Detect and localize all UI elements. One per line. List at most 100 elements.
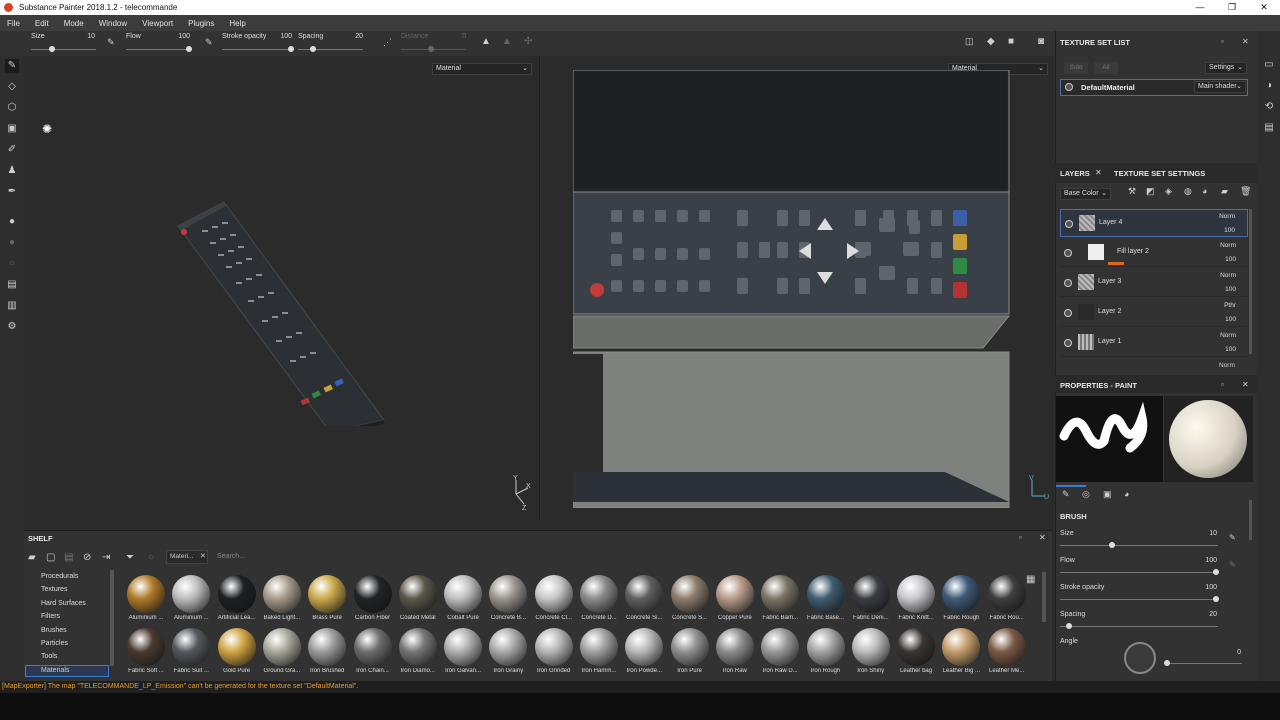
brush-flow-pressure-icon[interactable]: ✎ — [1229, 560, 1236, 569]
material-thumbnail[interactable]: Concrete B... — [486, 575, 530, 621]
uv-texture-map[interactable] — [573, 70, 1010, 508]
category-brushes[interactable]: Brushes — [41, 627, 67, 634]
layer-opacity[interactable]: 100 — [1224, 227, 1235, 234]
menu-help[interactable]: Help — [222, 19, 253, 28]
brush-opacity-slider[interactable] — [1060, 596, 1219, 602]
material-thumbnail[interactable]: Ground Gra... — [260, 628, 304, 674]
material-tab-icon[interactable]: ◕ — [1124, 489, 1129, 499]
layer-visibility-icon[interactable] — [1065, 220, 1073, 228]
layer-channel-dropdown[interactable]: Base Color ⌄ — [1060, 188, 1111, 200]
settings-dropdown[interactable]: Settings ⌄ — [1205, 62, 1247, 74]
add-effect-icon[interactable]: ⚒ — [1128, 186, 1136, 197]
light-icon[interactable]: ✺ — [42, 122, 52, 136]
new-folder-icon[interactable]: ▢ — [46, 552, 55, 563]
category-filters[interactable]: Filters — [41, 613, 60, 620]
material-thumbnail[interactable]: Iron Grainy — [486, 628, 530, 674]
layer-opacity[interactable]: 100 — [1225, 316, 1236, 323]
material-thumbnail[interactable]: Concrete Cl... — [532, 575, 576, 621]
pen-pressure-icon[interactable]: ✎ — [107, 37, 115, 48]
texture-set-icon[interactable]: ▭ — [1262, 58, 1276, 72]
material-thumbnail[interactable]: Fabric Rou... — [985, 575, 1029, 621]
material-thumbnail[interactable]: Iron Diamo... — [396, 628, 440, 674]
python-icon[interactable]: ▤ — [5, 278, 19, 292]
close-panel-icon[interactable]: ✕ — [1242, 37, 1249, 46]
material-thumbnail[interactable]: Iron Powde... — [622, 628, 666, 674]
category-textures[interactable]: Textures — [41, 586, 67, 593]
material-thumbnail[interactable]: Fabric Base... — [804, 575, 848, 621]
menu-viewport[interactable]: Viewport — [135, 19, 181, 28]
material-thumbnail[interactable]: Coated Metal — [396, 575, 440, 621]
brush-tab-icon[interactable]: ✎ — [1062, 489, 1070, 500]
close-shelf-icon[interactable]: ✕ — [1039, 533, 1046, 542]
layer-opacity[interactable]: 100 — [1225, 256, 1236, 263]
layer-blend-mode[interactable]: Norm — [1220, 332, 1236, 339]
float-properties-icon[interactable]: ▫ — [1221, 380, 1224, 389]
tab-layers[interactable]: LAYERS — [1060, 169, 1090, 178]
spacing-slider[interactable] — [298, 46, 363, 52]
bake-icon[interactable]: ● — [5, 215, 19, 229]
angle-dial[interactable] — [1124, 642, 1156, 674]
distance-value[interactable]: 0 — [446, 33, 466, 40]
layer-blend-mode[interactable]: Norm — [1219, 213, 1235, 220]
paint-brush-icon[interactable]: ✎ — [5, 59, 19, 73]
smudge-icon[interactable]: ✐ — [5, 143, 19, 157]
material-thumbnail[interactable]: Brass Pure — [305, 575, 349, 621]
brush-spacing-value[interactable]: 20 — [1197, 611, 1217, 618]
stroke-opacity-value[interactable]: 100 — [272, 33, 292, 40]
layer-blend-mode[interactable]: Norm — [1220, 272, 1236, 279]
material-thumbnail[interactable]: Leather Big ... — [939, 628, 983, 674]
eraser-icon[interactable]: ◇ — [5, 80, 19, 94]
filter-tag[interactable]: Materi... ✕ — [166, 550, 208, 564]
material-thumbnail[interactable]: Gold Pure — [215, 628, 259, 674]
material-thumbnail[interactable]: Iron Shiny — [849, 628, 893, 674]
brush-angle-slider[interactable] — [1164, 660, 1242, 666]
brush-flow-value[interactable]: 100 — [1197, 557, 1217, 564]
layer-opacity[interactable]: 100 — [1225, 286, 1236, 293]
alpha-tab-icon[interactable]: ◎ — [1082, 489, 1090, 500]
close-properties-icon[interactable]: ✕ — [1242, 380, 1249, 389]
settings-icon[interactable]: ⚙ — [5, 320, 19, 334]
category-particles[interactable]: Particles — [41, 640, 68, 647]
viewport-2d[interactable]: Material ⌄ V U — [539, 56, 1052, 520]
menu-file[interactable]: File — [0, 19, 28, 28]
material-thumbnail[interactable]: Fabric Suit ... — [169, 628, 213, 674]
material-thumbnail[interactable]: Iron Galvan... — [441, 628, 485, 674]
view-mode-icon[interactable]: ◫ — [965, 36, 974, 47]
size-slider[interactable] — [31, 46, 96, 52]
add-paint-layer-icon[interactable]: ◍ — [1184, 186, 1192, 197]
log-panel-icon[interactable]: ▤ — [1262, 121, 1276, 135]
float-shelf-icon[interactable]: ▫ — [1019, 533, 1022, 542]
layer-row[interactable]: Layer 2 Pthr 100 — [1060, 299, 1248, 327]
folder-icon[interactable]: ▰ — [28, 552, 36, 563]
solo-button[interactable]: Solo — [1064, 62, 1088, 74]
add-layer-icon[interactable]: ◕ — [1202, 186, 1207, 196]
float-panel-icon[interactable]: ▫ — [1221, 37, 1224, 46]
stencil-tab-icon[interactable]: ▣ — [1103, 489, 1112, 500]
menu-window[interactable]: Window — [92, 19, 135, 28]
material-thumbnail[interactable]: Concrete S... — [668, 575, 712, 621]
display-settings-icon[interactable]: ◑ — [1262, 79, 1276, 93]
cube-view-icon[interactable]: ◆ — [987, 36, 995, 47]
layer-row[interactable]: Fill layer 2 Norm 100 — [1060, 239, 1248, 267]
layer-blend-mode[interactable]: Pthr — [1224, 302, 1236, 309]
color-picker-icon[interactable]: ✒ — [5, 185, 19, 199]
material-thumbnail[interactable]: Aluminium ... — [169, 575, 213, 621]
maximize-button[interactable]: ❐ — [1216, 0, 1248, 15]
symmetry-icon[interactable]: ▲ — [481, 36, 491, 47]
material-thumbnail[interactable]: Iron Brushed — [305, 628, 349, 674]
hide-icon[interactable]: ⊘ — [83, 552, 91, 563]
material-thumbnail[interactable]: Fabric Bam... — [758, 575, 802, 621]
material-thumbnail[interactable]: Fabric Soft ... — [124, 628, 168, 674]
tab-texture-set-settings[interactable]: TEXTURE SET SETTINGS — [1114, 169, 1205, 178]
category-hard-surfaces[interactable]: Hard Surfaces — [41, 600, 86, 607]
screenshot-icon[interactable]: ◙ — [1038, 36, 1044, 47]
brush-size-slider[interactable] — [1060, 542, 1218, 548]
distance-slider[interactable] — [401, 46, 466, 52]
grid-view-icon[interactable]: ▦ — [1026, 574, 1035, 585]
material-thumbnail[interactable]: Fabric Rough — [939, 575, 983, 621]
shelf-search-input[interactable]: Search... — [217, 553, 245, 560]
layer-visibility-icon[interactable] — [1064, 309, 1072, 317]
stroke-opacity-slider[interactable] — [222, 46, 294, 52]
log-icon[interactable]: ▥ — [5, 299, 19, 313]
category-procedurals[interactable]: Procedurals — [41, 573, 78, 580]
